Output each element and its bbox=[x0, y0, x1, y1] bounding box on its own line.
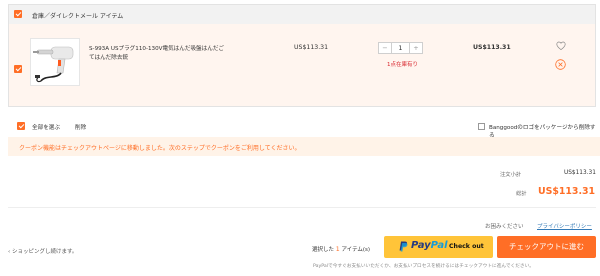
product-image[interactable] bbox=[30, 38, 80, 86]
decrease-button[interactable]: − bbox=[379, 43, 392, 53]
group-checkbox-icon[interactable] bbox=[14, 10, 22, 18]
paypal-word-pal: Pal bbox=[430, 240, 448, 251]
stock-note: 1点在庫有り bbox=[387, 62, 418, 68]
cart-item-row: S-993A USプラグ110-130V電気はんだ吸盤はんだごてはんだ除去銃 U… bbox=[9, 24, 595, 106]
quantity-stepper: − 1 + bbox=[378, 42, 423, 54]
heart-icon[interactable] bbox=[556, 41, 566, 51]
desoldering-gun-illustration bbox=[33, 46, 74, 83]
continue-shopping-label: ショッピングし続けます。 bbox=[11, 249, 78, 255]
remove-logo-checkbox-icon[interactable] bbox=[478, 123, 485, 130]
unit-price: US$113.31 bbox=[294, 44, 329, 51]
group-header: 倉庫／ダイレクトメール アイテム bbox=[9, 5, 595, 24]
paypal-logo-icon bbox=[399, 241, 408, 252]
paypal-checkout-label: Check out bbox=[449, 243, 484, 250]
selected-number: 1 bbox=[335, 246, 340, 253]
select-all-checkbox-icon[interactable] bbox=[17, 122, 25, 130]
selected-suffix: アイテム(s) bbox=[341, 247, 371, 253]
total-label: 総計 bbox=[516, 191, 527, 197]
paypal-word-pay: Pay bbox=[411, 240, 431, 251]
remove-icon[interactable] bbox=[555, 59, 566, 70]
group-title: 倉庫／ダイレクトメール アイテム bbox=[32, 13, 124, 20]
increase-button[interactable]: + bbox=[409, 43, 422, 53]
order-subtotal-value: US$113.31 bbox=[564, 170, 596, 176]
checkout-footnote: PayPalで今すぐお支払いいただくか、お支払いプロセスを続けるにはチェックアウ… bbox=[313, 264, 534, 269]
item-subtotal: US$113.31 bbox=[473, 44, 511, 51]
select-bar: 全部を選ぶ 削除 Banggoodのロゴをパッケージから削除する bbox=[8, 117, 600, 139]
select-all-label[interactable]: 全部を選ぶ bbox=[32, 123, 60, 131]
selected-prefix: 選択した bbox=[312, 247, 335, 253]
checkout-button[interactable]: チェックアウトに進む bbox=[497, 236, 596, 258]
paypal-checkout-button[interactable]: PayPal Check out bbox=[384, 236, 493, 258]
product-name[interactable]: S-993A USプラグ110-130V電気はんだ吸盤はんだごてはんだ除去銃 bbox=[89, 45, 229, 63]
quantity-field[interactable]: 1 bbox=[392, 43, 409, 53]
help-question: お困みください bbox=[485, 224, 524, 230]
delete-link[interactable]: 削除 bbox=[75, 123, 86, 131]
selected-count: 選択した 1 アイテム(s) bbox=[312, 245, 370, 253]
privacy-policy-link[interactable]: プライバシーポリシー bbox=[537, 222, 592, 230]
total-value: US$113.31 bbox=[538, 186, 596, 197]
order-subtotal-label: 注文小計 bbox=[500, 172, 522, 178]
coupon-notice: クーポン機能はチェックアウトページに移動しました。次のステップでクーポンをご利用… bbox=[8, 137, 600, 156]
divider bbox=[8, 207, 596, 208]
continue-shopping-link[interactable]: ‹ ショッピングし続けます。 bbox=[8, 247, 77, 255]
paypal-wordmark: PayPal bbox=[411, 240, 448, 251]
item-checkbox-icon[interactable] bbox=[14, 65, 22, 73]
coupon-notice-text: クーポン機能はチェックアウトページに移動しました。次のステップでクーポンをご利用… bbox=[19, 145, 301, 152]
cart-group: 倉庫／ダイレクトメール アイテム S-993A USプラグ110-130V電気は… bbox=[8, 4, 596, 107]
